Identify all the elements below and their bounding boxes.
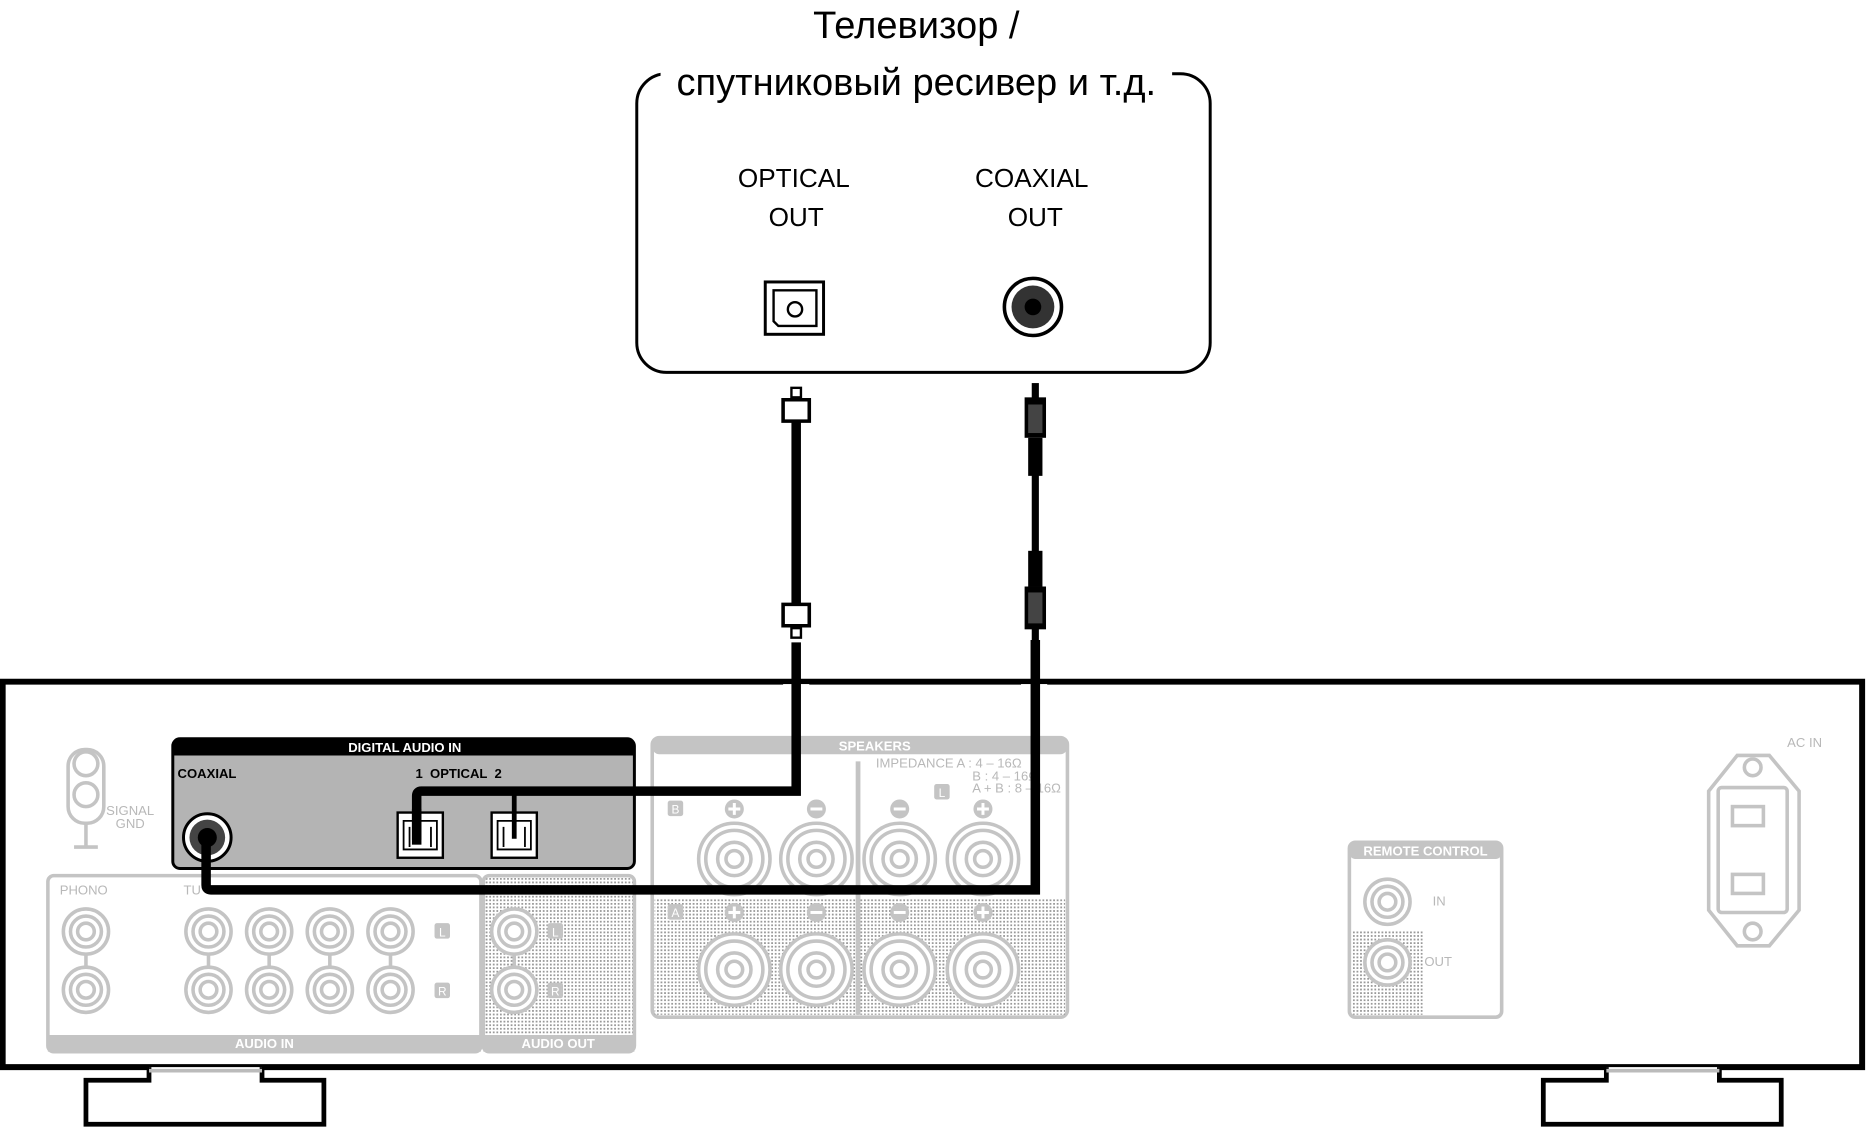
remote-in-jack (1363, 877, 1412, 927)
phono-label: PHONO (60, 883, 108, 898)
speaker-left-label: L (939, 786, 946, 800)
source-device: Телевизор / спутниковый ресивер и т.д. O… (635, 5, 1212, 374)
audio-in-4-r-jack (366, 965, 415, 1015)
impedance-line3: A + B : 8 – 16Ω (972, 780, 1061, 795)
audio-in-2-l-jack (244, 907, 294, 956)
digital-audio-in-label: DIGITAL AUDIO IN (348, 740, 461, 755)
signal-gnd-terminal: SIGNAL GND (66, 747, 154, 849)
tuner-label: TU (184, 883, 201, 898)
audio-out-left-label: L (552, 925, 559, 939)
audio-in-3-r-jack (305, 965, 355, 1015)
coaxial-out-label: COAXIAL (975, 163, 1088, 193)
audio-out-label: AUDIO OUT (522, 1036, 595, 1051)
coaxial-out-jack (1002, 276, 1064, 338)
speakers-panel: SPEAKERS IMPEDANCE A : 4 – 16Ω B : 4 – 1… (650, 735, 1070, 1019)
remote-out-label: OUT (1424, 954, 1452, 969)
optical-in-label: 1 OPTICAL 2 (415, 766, 501, 781)
optical-out-label-2: OUT (769, 202, 824, 232)
optical-out-jack (763, 280, 826, 336)
ac-in-socket: AC IN (1706, 735, 1822, 948)
remote-control-label: REMOTE CONTROL (1363, 843, 1487, 858)
remote-out-jack (1363, 938, 1412, 987)
speaker-a-label: A (671, 906, 679, 920)
audio-out-l-jack (489, 907, 539, 956)
audio-in-4-l-jack (366, 907, 415, 956)
remote-in-label: IN (1433, 893, 1446, 908)
speaker-b-label: B (671, 803, 679, 817)
diagram-canvas: Телевизор / спутниковый ресивер и т.д. O… (0, 5, 1866, 1127)
connection-diagram: Телевизор / спутниковый ресивер и т.д. O… (0, 0, 1866, 1129)
signal-gnd-label-2: GND (116, 816, 145, 831)
optical-out-label: OPTICAL (738, 163, 850, 193)
optical-plug-bottom (781, 602, 812, 639)
coaxial-plug-bottom (1024, 550, 1047, 643)
right-label: R (438, 985, 447, 999)
coaxial-out-label-2: OUT (1008, 202, 1063, 232)
speakers-label: SPEAKERS (839, 739, 911, 754)
foot-right (1540, 1067, 1784, 1127)
coaxial-plug-top (1024, 383, 1047, 476)
audio-out-right-label: R (551, 985, 560, 999)
remote-control-panel: REMOTE CONTROL IN OUT (1347, 840, 1504, 1019)
audio-in-1-l-jack (184, 907, 233, 956)
source-device-box (635, 72, 1212, 374)
foot-left (83, 1067, 327, 1127)
ac-in-label: AC IN (1787, 735, 1822, 750)
phono-r-jack (61, 965, 111, 1015)
source-title-line2: спутниковый ресивер и т.д. (677, 62, 1157, 104)
optical-plug-top (781, 386, 812, 423)
audio-in-panel: AUDIO IN PHONO TU L R (46, 873, 483, 1054)
audio-in-label: AUDIO IN (235, 1036, 294, 1051)
left-label: L (439, 925, 446, 939)
audio-in-3-l-jack (305, 907, 355, 956)
coaxial-in-label: COAXIAL (178, 766, 237, 781)
audio-in-1-r-jack (184, 965, 233, 1015)
source-title-line1: Телевизор / (813, 5, 1020, 47)
digital-audio-in-panel: DIGITAL AUDIO IN COAXIAL 1 OPTICAL 2 (171, 737, 636, 870)
audio-in-2-r-jack (244, 965, 294, 1015)
audio-out-r-jack (489, 965, 539, 1015)
phono-l-jack (61, 907, 111, 956)
audio-out-panel: AUDIO OUT L R (481, 873, 637, 1054)
